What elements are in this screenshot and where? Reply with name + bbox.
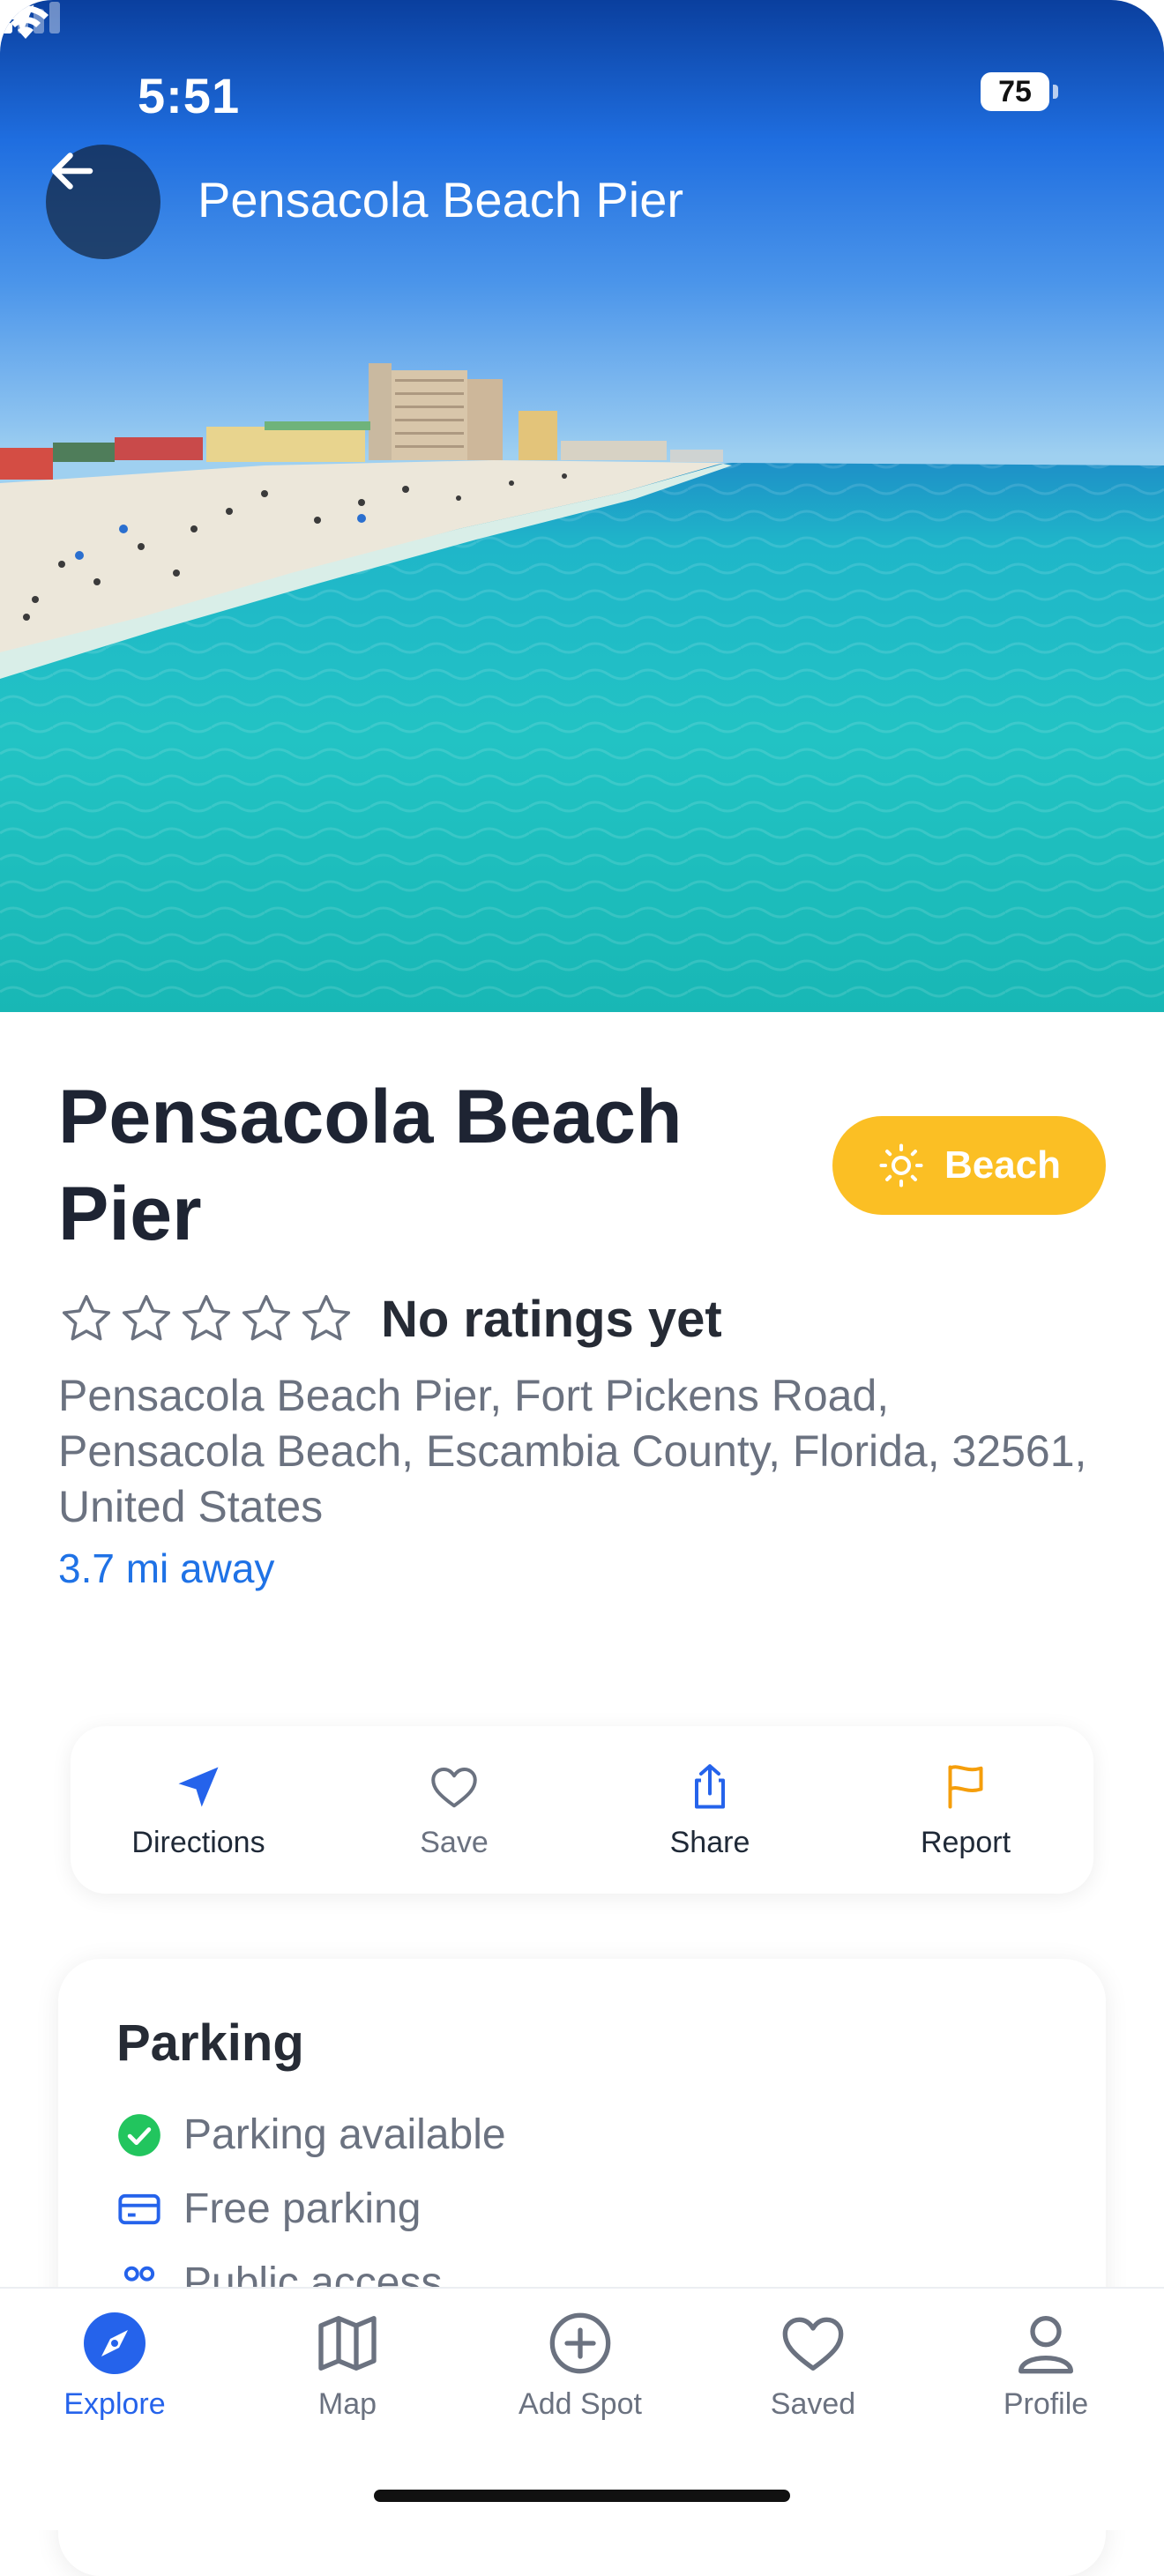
arrow-left-icon: [51, 153, 93, 190]
heart-icon: [782, 2317, 844, 2371]
battery-nub: [1053, 85, 1058, 99]
star-icon: [182, 1294, 231, 1341]
tab-label: Map: [317, 2387, 377, 2421]
share-label: Share: [669, 1825, 750, 1859]
report-button[interactable]: Report: [838, 1726, 1093, 1894]
report-label: Report: [920, 1825, 1011, 1859]
tab-profile[interactable]: Profile: [940, 2308, 1152, 2422]
sun-icon: [879, 1143, 923, 1187]
parking-item: Free parking: [116, 2185, 421, 2233]
hero-image: 5:51 75 Pensacola Beach Pier: [0, 0, 1164, 1012]
rating-row: No ratings yet: [58, 1284, 722, 1354]
heart-icon: [431, 1767, 477, 1807]
status-bar: 5:51 75: [0, 0, 1164, 176]
place-title: Pensacola Beach Pier: [58, 1075, 683, 1256]
check-circle-icon: [118, 2113, 160, 2156]
compass-icon: [84, 2312, 146, 2374]
credit-card-icon: [118, 2193, 160, 2224]
star-icon: [242, 1294, 291, 1341]
home-indicator[interactable]: [374, 2490, 790, 2502]
tab-add-spot[interactable]: Add Spot: [474, 2308, 686, 2422]
tab-explore[interactable]: Explore: [9, 2308, 220, 2422]
map-icon: [318, 2316, 377, 2371]
star-icon: [302, 1294, 351, 1341]
back-button[interactable]: [46, 145, 160, 259]
star-icon: [62, 1294, 111, 1341]
rating-stars[interactable]: [58, 1291, 354, 1347]
parking-item-label: Free parking: [183, 2185, 422, 2232]
action-bar: Directions Save Share Report: [71, 1726, 1093, 1894]
tab-label: Explore: [63, 2387, 166, 2421]
category-label: Beach: [944, 1143, 1062, 1187]
tab-map[interactable]: Map: [242, 2308, 453, 2422]
status-time: 5:51: [138, 68, 241, 123]
star-icon: [122, 1294, 171, 1341]
rating-text: No ratings yet: [381, 1290, 722, 1348]
navigation-arrow-icon: [178, 1767, 219, 1806]
category-badge: Beach: [832, 1116, 1106, 1215]
flag-icon: [948, 1764, 983, 1808]
address: Pensacola Beach Pier, Fort Pickens Road,…: [58, 1371, 1087, 1531]
tab-label: Profile: [1003, 2387, 1089, 2421]
wifi-icon: [3, 5, 48, 39]
user-icon: [1018, 2316, 1073, 2374]
tab-saved[interactable]: Saved: [707, 2308, 919, 2422]
parking-title: Parking: [116, 2014, 304, 2072]
parking-item: Parking available: [116, 2111, 506, 2159]
directions-button[interactable]: Directions: [71, 1726, 326, 1894]
tab-label: Add Spot: [519, 2387, 642, 2421]
directions-label: Directions: [131, 1825, 265, 1859]
parking-item-label: Parking available: [183, 2111, 506, 2158]
distance: 3.7 mi away: [58, 1545, 275, 1591]
share-icon: [695, 1763, 725, 1808]
plus-circle-icon: [549, 2312, 611, 2374]
battery-indicator: 75: [981, 72, 1049, 111]
save-label: Save: [420, 1825, 489, 1859]
share-button[interactable]: Share: [582, 1726, 838, 1894]
header-title: Pensacola Beach Pier: [198, 172, 684, 227]
save-button[interactable]: Save: [326, 1726, 582, 1894]
tab-label: Saved: [770, 2387, 856, 2421]
